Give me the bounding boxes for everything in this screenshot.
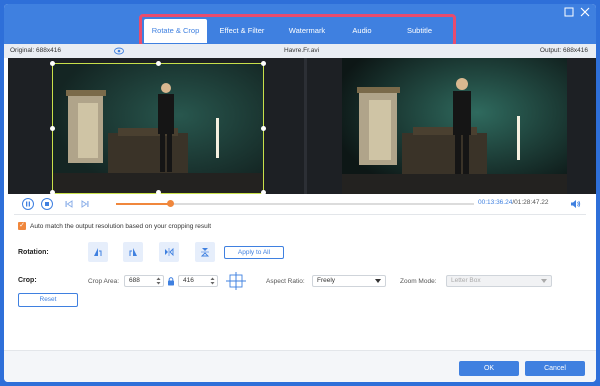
crop-handle[interactable] [156,61,161,66]
next-frame-icon[interactable] [80,199,90,209]
maximize-icon[interactable] [563,7,575,19]
crop-handle[interactable] [50,126,55,131]
crop-height-field[interactable]: 416 [178,275,218,287]
lock-icon[interactable] [167,276,175,286]
aspect-ratio-value: Freely [317,277,336,284]
aspect-ratio-select[interactable]: Freely [312,275,386,287]
preview-info-bar: Original: 688x416 Havre.Fr.avi Output: 6… [4,44,596,58]
output-preview [307,58,596,194]
rotate-right-icon [129,248,137,256]
apply-to-all-button[interactable]: Apply to All [224,246,284,259]
crop-height-value: 416 [183,277,194,284]
tab-bar: Rotate & Crop Effect & Filter Watermark … [144,19,452,43]
stop-icon [45,202,49,206]
zoom-mode-value: Letter Box [451,277,481,284]
flip-vertical-icon [200,248,210,257]
rotate-right-button[interactable] [123,242,143,262]
video-preview [8,58,596,194]
flip-horizontal-button[interactable] [159,242,179,262]
playback-controls: 00:13:36.24/01:28:47.22 [4,194,596,214]
stop-button[interactable] [41,198,53,210]
rotate-left-icon [94,248,102,256]
chevron-down-icon [541,279,547,283]
stepper-icon[interactable] [210,277,215,285]
total-time: /01:28:47.22 [512,199,549,206]
cancel-button[interactable]: Cancel [525,361,585,376]
tab-rotate-crop[interactable]: Rotate & Crop [144,19,207,43]
title-bar: Rotate & Crop Effect & Filter Watermark … [4,4,596,47]
section-divider [14,214,586,215]
seek-bar[interactable] [116,200,474,207]
crop-handle[interactable] [261,126,266,131]
current-time: 00:13:36.24 [478,199,513,206]
original-resolution: Original: 688x416 [10,47,61,54]
crop-width-value: 688 [129,277,140,284]
rotate-left-button[interactable] [88,242,108,262]
auto-match-label: Auto match the output resolution based o… [30,222,212,230]
previous-frame-icon[interactable] [64,199,74,209]
zoom-mode-select: Letter Box [446,275,552,287]
ok-button[interactable]: OK [459,361,519,376]
editor-window: Rotate & Crop Effect & Filter Watermark … [4,4,596,382]
output-video-frame [307,58,596,194]
stepper-icon[interactable] [156,277,161,285]
seek-progress [116,203,170,205]
dialog-footer: OK Cancel [4,350,596,382]
rotation-label: Rotation: [18,249,49,256]
tab-effect-filter[interactable]: Effect & Filter [207,19,277,43]
close-icon[interactable] [579,7,591,19]
crop-box[interactable] [50,61,266,194]
time-display: 00:13:36.24/01:28:47.22 [478,199,549,206]
eye-icon[interactable] [114,47,124,55]
crop-handle[interactable] [261,61,266,66]
app-frame: Rotate & Crop Effect & Filter Watermark … [0,0,600,386]
crop-label: Crop: [18,277,37,284]
center-crop-icon[interactable] [226,272,246,290]
auto-match-checkbox[interactable]: ✓ [18,222,26,230]
crop-area-label: Crop Area: [88,278,120,285]
pause-button[interactable] [22,198,34,210]
flip-horizontal-icon [165,247,174,257]
pause-icon [26,201,30,207]
seek-handle[interactable] [166,200,174,207]
output-resolution: Output: 688x416 [539,47,588,54]
tab-audio[interactable]: Audio [337,19,387,43]
zoom-mode-label: Zoom Mode: [400,278,437,285]
reset-button[interactable]: Reset [18,293,78,307]
auto-match-row: ✓ Auto match the output resolution based… [18,222,211,230]
crop-handle[interactable] [50,61,55,66]
crop-width-field[interactable]: 688 [124,275,164,287]
file-name: Havre.Fr.avi [284,47,320,54]
flip-vertical-button[interactable] [195,242,215,262]
aspect-ratio-label: Aspect Ratio: [266,278,305,285]
original-preview[interactable] [8,58,304,194]
tab-subtitle[interactable]: Subtitle [387,19,452,43]
chevron-down-icon [375,279,381,283]
tab-watermark[interactable]: Watermark [277,19,337,43]
volume-icon[interactable] [570,199,581,209]
